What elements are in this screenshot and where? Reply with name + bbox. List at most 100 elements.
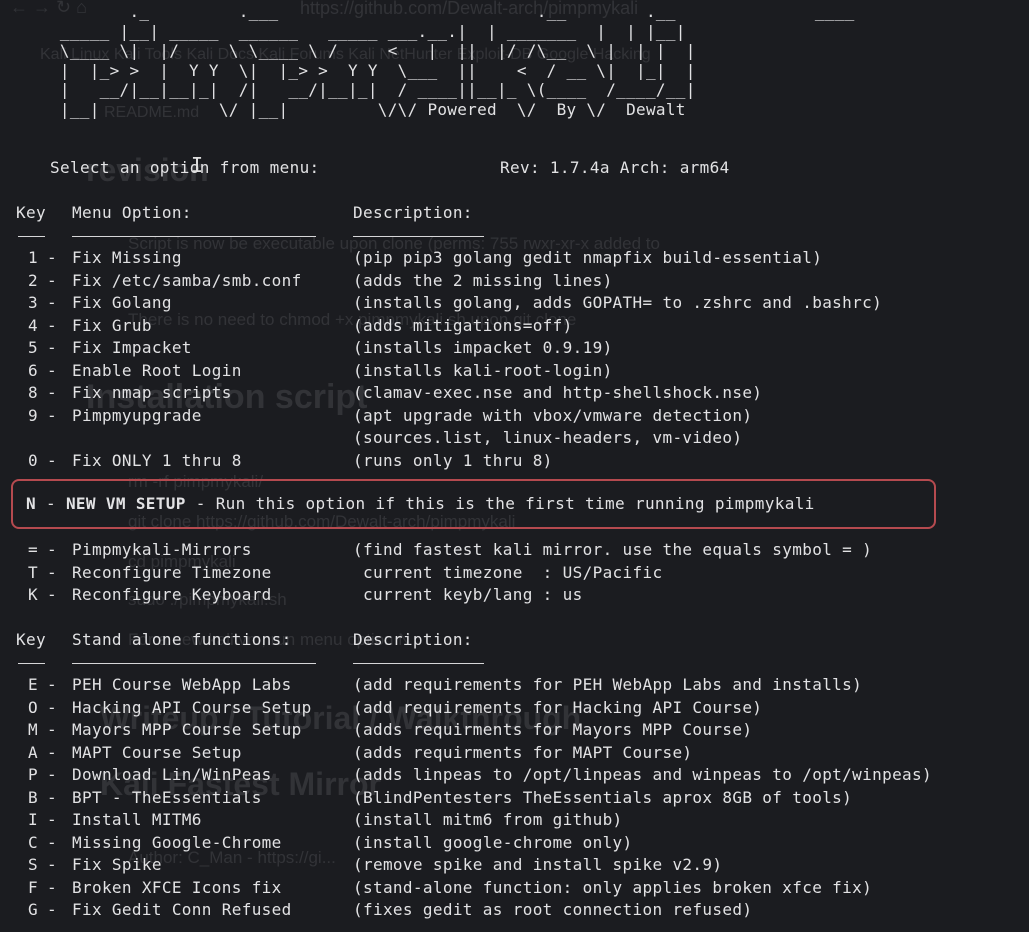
option-key: I [28,810,38,829]
option-label: Fix Spike [72,855,162,874]
standalone-functions-header: Stand alone functions: [72,630,292,649]
option-key: 3 [28,293,38,312]
pimpmykali-ascii-banner: ._ .___ .__ .__ ____ _____ |__| _____ __… [59,2,855,119]
option-separator: - [47,270,57,290]
option-label: Fix Gedit Conn Refused [72,900,292,919]
option-description: (adds requirments for MAPT Course) [353,742,693,762]
option-key: T [28,562,38,582]
option-key: 1 [28,248,38,267]
option-separator: - [47,675,57,694]
header-underline [353,236,484,237]
option-label: Fix nmap scripts [72,383,232,402]
option-separator: - [47,293,57,312]
option-label: Fix Grub [72,315,152,335]
option-key: = [28,540,38,559]
option-description: (adds requirments for Mayors MPP Course) [353,720,753,739]
new-vm-setup-highlight[interactable]: N - NEW VM SETUP - Run this option if th… [11,479,936,529]
option-separator: - [47,810,57,829]
option-label: Broken XFCE Icons fix [72,877,282,897]
standalone-key-header: Key [16,630,46,649]
option-description: (installs impacket 0.9.19) [353,338,613,357]
option-key: P [28,765,38,784]
new-vm-label: NEW VM SETUP [65,494,186,513]
option-separator: - [47,787,57,807]
option-label: Fix Impacket [72,338,192,357]
option-label: Fix Golang [72,293,172,312]
option-description: current timezone : US/Pacific [353,562,663,582]
menu-key-header: Key [16,203,46,222]
option-description: (sources.list, linux-headers, vm-video) [353,428,743,447]
standalone-description-header: Description: [353,630,473,649]
option-key: G [28,900,38,919]
option-separator: - [47,900,57,919]
option-separator: - [47,855,57,874]
option-separator: - [47,562,57,582]
option-separator: - [47,585,57,604]
option-description: (pip pip3 golang gedit nmapfix build-ess… [353,248,823,267]
terminal-window[interactable]: ._ .___ .__ .__ ____ _____ |__| _____ __… [0,0,1029,932]
option-key: 2 [28,270,38,290]
option-label: MAPT Course Setup [72,742,242,762]
option-description: (install google-chrome only) [353,832,633,852]
option-key: 9 [28,405,38,425]
revision-info: Rev: 1.7.4a Arch: arm64 [500,158,730,177]
option-description: (find fastest kali mirror. use the equal… [353,540,873,559]
option-label: Pimpmykali-Mirrors [72,540,252,559]
option-description: (install mitm6 from github) [353,810,623,829]
option-separator: - [47,248,57,267]
new-vm-setup-option[interactable]: N - NEW VM SETUP - Run this option if th… [26,493,815,515]
option-separator: - [47,877,57,897]
option-description: (adds the 2 missing lines) [353,270,613,290]
option-description: (installs golang, adds GOPATH= to .zshrc… [353,293,883,312]
new-vm-description: Run this option if this is the first tim… [215,494,815,513]
option-separator: - [47,742,57,762]
option-label: Fix ONLY 1 thru 8 [72,450,242,470]
option-description: (adds linpeas to /opt/linpeas and winpea… [353,765,933,784]
option-description: (clamav-exec.nse and http-shellshock.nse… [353,383,763,402]
option-key: 4 [28,315,38,335]
option-label: Reconfigure Keyboard [72,585,272,604]
option-key: A [28,742,38,762]
option-label: Pimpmyupgrade [72,405,202,425]
option-separator: - [47,383,57,402]
option-key: E [28,675,38,694]
menu-option-header: Menu Option: [72,203,192,222]
option-label: Hacking API Course Setup [72,697,312,717]
option-label: PEH Course WebApp Labs [72,675,292,694]
option-separator: - [47,765,57,784]
option-description: (installs kali-root-login) [353,360,613,380]
option-separator: - [47,405,57,425]
option-key: 5 [28,338,38,357]
header-underline [18,663,45,664]
option-key: M [28,720,38,739]
option-key: S [28,855,38,874]
option-separator: - [47,315,57,335]
option-description: (add requirements for Hacking API Course… [353,697,763,717]
option-key: O [28,697,38,717]
option-separator: - [47,697,57,717]
option-key: B [28,787,38,807]
option-label: Enable Root Login [72,360,242,380]
option-key: 8 [28,383,38,402]
option-separator: - [47,360,57,380]
header-underline [18,236,45,237]
option-label: Download Lin/WinPeas [72,765,272,784]
option-label: Fix /etc/samba/smb.conf [72,270,302,290]
option-description: (BlindPentesters TheEssentials aprox 8GB… [353,787,853,807]
option-description: (remove spike and install spike v2.9) [353,855,723,874]
option-key: C [28,832,38,852]
option-key: 0 [28,450,38,470]
option-separator: - [47,832,57,852]
option-separator: - [47,450,57,470]
option-label: Reconfigure Timezone [72,562,272,582]
option-description: (apt upgrade with vbox/vmware detection) [353,405,753,425]
option-key: K [28,585,38,604]
option-description: current keyb/lang : us [353,585,583,604]
header-underline [72,236,316,237]
option-separator: - [47,338,57,357]
option-label: Install MITM6 [72,810,202,829]
option-description: (stand-alone function: only applies brok… [353,877,873,897]
option-label: Missing Google-Chrome [72,832,282,852]
menu-description-header: Description: [353,203,473,222]
text-cursor-icon: I [191,153,204,177]
